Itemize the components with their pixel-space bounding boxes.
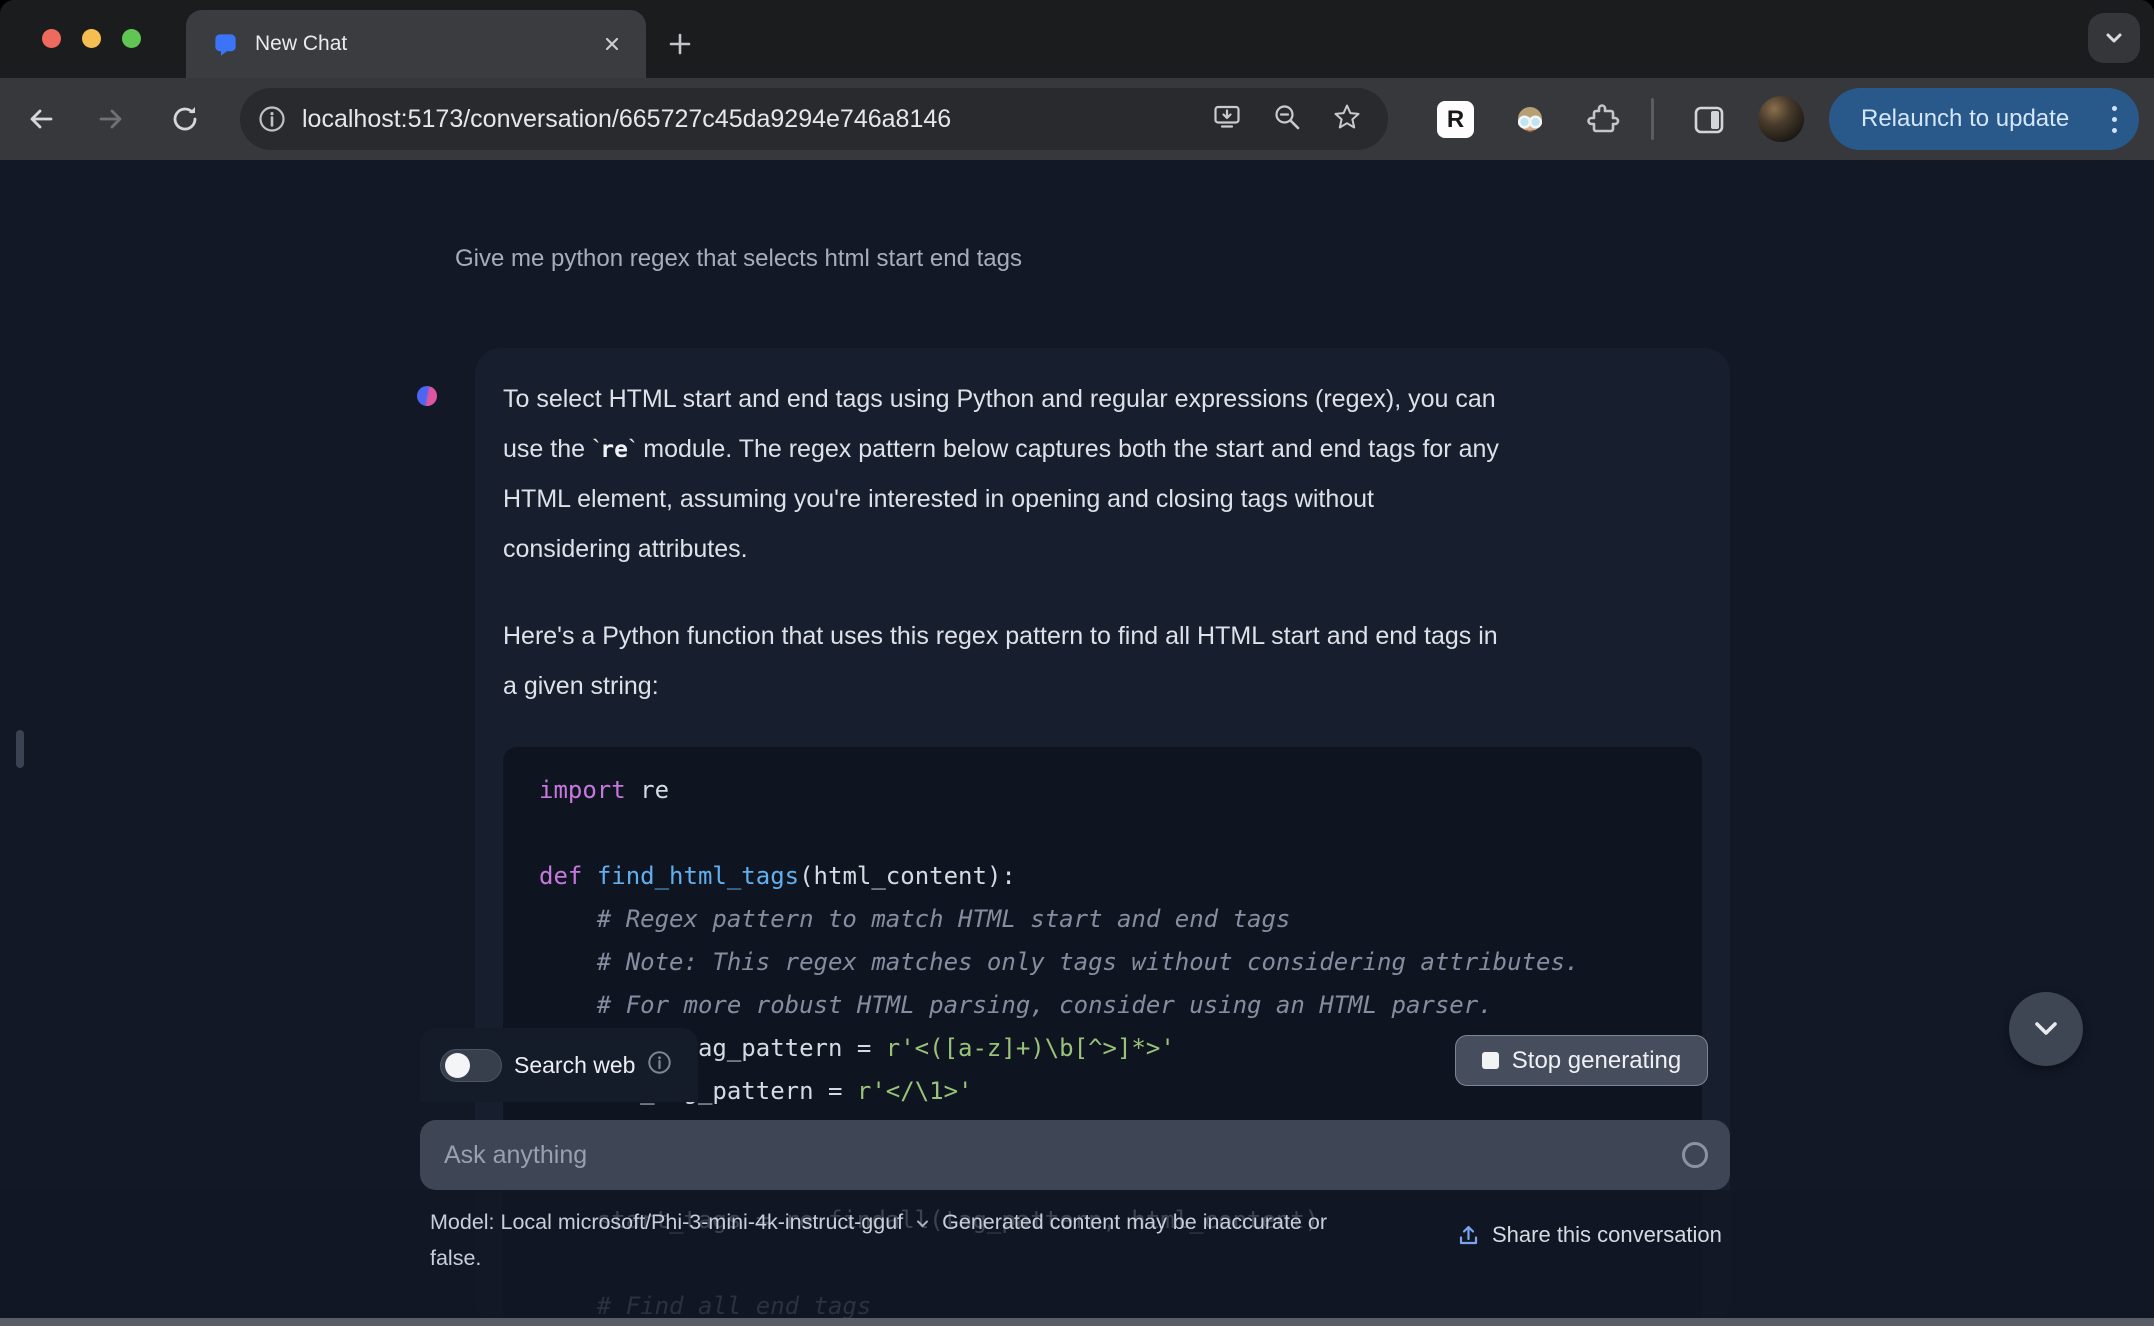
profile-avatar[interactable] (1758, 96, 1804, 142)
toggle-knob (445, 1052, 470, 1078)
close-window-button[interactable] (42, 29, 61, 48)
assistant-paragraphs: To select HTML start and end tags using … (503, 385, 1499, 700)
scroll-to-bottom-button[interactable] (2009, 992, 2083, 1066)
zoom-window-button[interactable] (122, 29, 141, 48)
reload-button[interactable] (166, 100, 204, 138)
toolbar-separator (1651, 98, 1654, 140)
chevron-down-icon (2035, 1022, 2057, 1035)
stop-generating-label: Stop generating (1511, 1046, 1682, 1074)
share-conversation-label: Share this conversation (1492, 1222, 1722, 1247)
stop-generating-button[interactable]: Stop generating (1455, 1035, 1708, 1086)
tab-close-icon[interactable] (600, 32, 624, 56)
search-web-panel: Search web (420, 1028, 698, 1102)
model-selector-caret-icon[interactable] (915, 1216, 930, 1231)
side-panel-icon[interactable] (1690, 101, 1728, 139)
loading-ring-icon (1682, 1142, 1708, 1168)
extensions-puzzle-icon[interactable] (1584, 101, 1622, 139)
stop-square-icon (1481, 1052, 1499, 1069)
page-content: Give me python regex that selects html s… (0, 160, 2154, 1326)
install-app-icon[interactable] (1212, 102, 1242, 137)
bookmark-star-icon[interactable] (1332, 102, 1362, 137)
tab-title: New Chat (255, 32, 348, 55)
browser-tab[interactable]: New Chat (186, 10, 646, 78)
model-info: Model: Local microsoft/Phi-3-mini-4k-ins… (430, 1204, 1380, 1276)
back-button[interactable] (22, 100, 60, 138)
upload-icon (1459, 1225, 1478, 1244)
search-web-toggle[interactable] (440, 1048, 502, 1082)
relaunch-to-update-button[interactable]: Relaunch to update (1829, 88, 2139, 150)
bottom-edge-bar (0, 1318, 2154, 1326)
relaunch-menu-kebab-icon[interactable] (2112, 105, 2117, 133)
site-info-icon[interactable] (258, 105, 286, 133)
model-name-text: Model: Local microsoft/Phi-3-mini-4k-ins… (430, 1210, 904, 1234)
footer: Model: Local microsoft/Phi-3-mini-4k-ins… (0, 1190, 2154, 1326)
search-web-label: Search web (514, 1051, 636, 1078)
ask-input-bar[interactable] (420, 1120, 1730, 1190)
minimize-window-button[interactable] (82, 29, 101, 48)
sidebar-drag-handle[interactable] (16, 730, 24, 768)
new-tab-button[interactable] (658, 22, 702, 66)
assistant-avatar (417, 386, 437, 406)
search-web-info-icon[interactable] (647, 1050, 672, 1080)
browser-window: New Chat localhost:5173/conversation/665… (0, 0, 2154, 1326)
url-text[interactable]: localhost:5173/conversation/665727c45da9… (302, 105, 1212, 134)
extension-face-icon[interactable] (1511, 101, 1549, 139)
tab-search-chevron-button[interactable] (2088, 13, 2140, 63)
tab-strip: New Chat (0, 0, 2154, 78)
address-bar[interactable]: localhost:5173/conversation/665727c45da9… (240, 88, 1388, 150)
zoom-icon[interactable] (1272, 102, 1302, 137)
user-message: Give me python regex that selects html s… (455, 245, 1022, 272)
ask-anything-input[interactable] (444, 1140, 1682, 1170)
extension-r-icon[interactable]: R (1437, 101, 1474, 138)
chat-bubble-favicon (215, 33, 236, 56)
share-conversation-button[interactable]: Share this conversation (1456, 1222, 1722, 1248)
forward-button[interactable] (92, 100, 130, 138)
browser-toolbar: localhost:5173/conversation/665727c45da9… (0, 78, 2154, 160)
relaunch-label: Relaunch to update (1861, 105, 2070, 132)
